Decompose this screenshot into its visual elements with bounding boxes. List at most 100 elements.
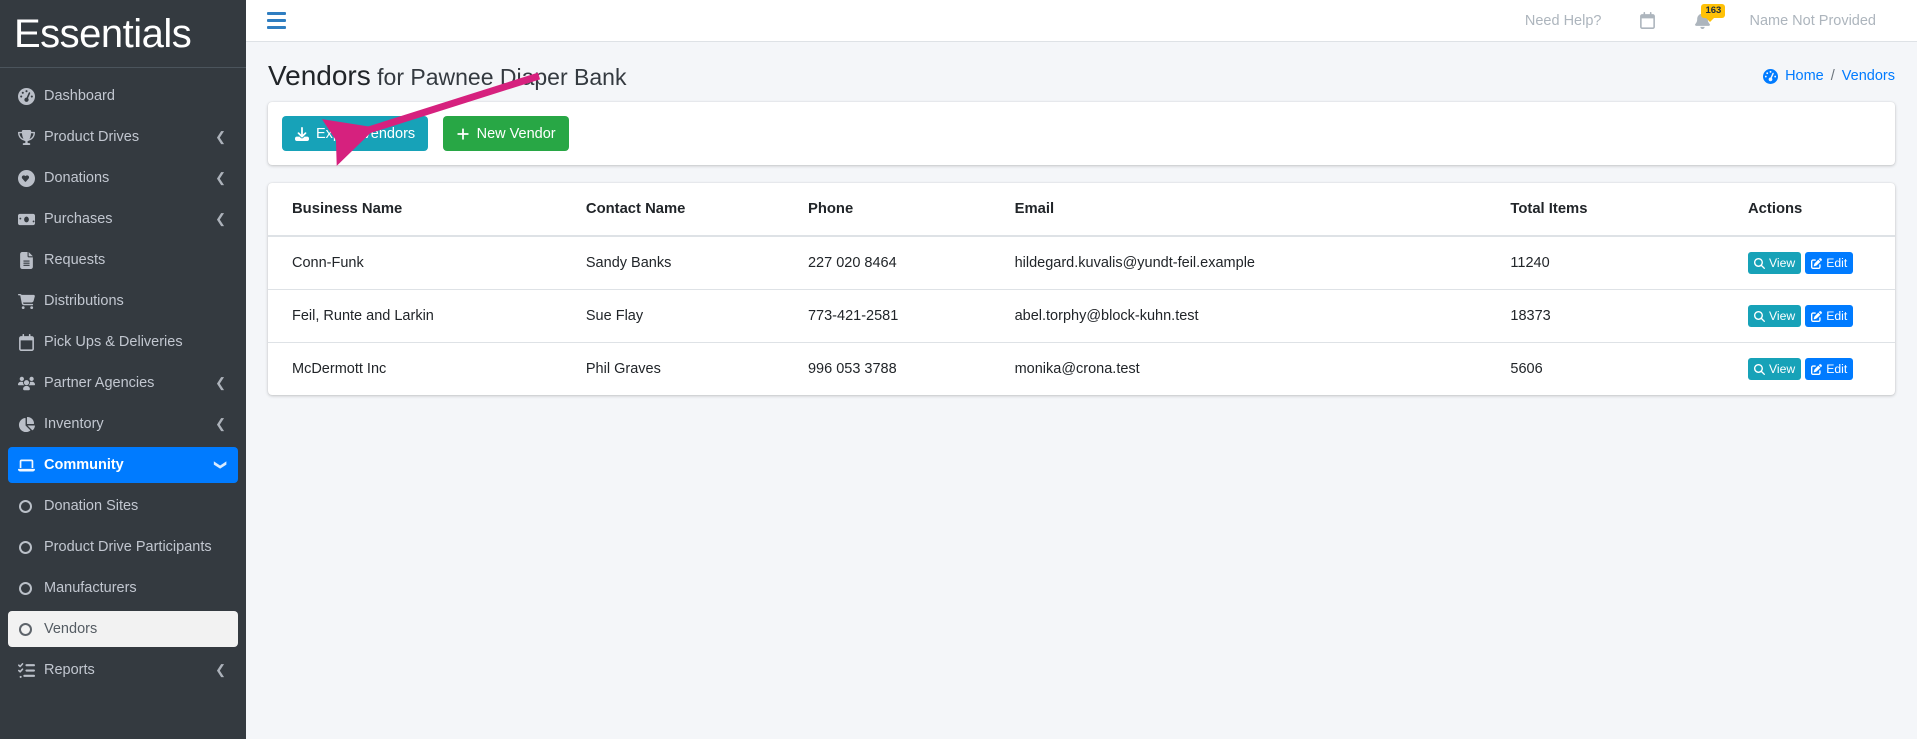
sidebar-item-manufacturers[interactable]: Manufacturers: [8, 570, 238, 606]
app-root: Essentials Dashboard Product Drives ❮ Donat…: [0, 0, 1917, 739]
view-button[interactable]: View: [1748, 252, 1802, 274]
sidebar-item-dashboard[interactable]: Dashboard: [8, 78, 238, 114]
sidebar-item-pick-ups-deliveries[interactable]: Pick Ups & Deliveries: [8, 324, 238, 360]
chevron-down-icon: ❯: [213, 459, 228, 471]
chevron-left-icon: ❮: [215, 170, 226, 185]
column-header-phone: Phone: [799, 183, 1007, 237]
view-button-label: View: [1769, 362, 1796, 376]
sidebar-item-purchases[interactable]: Purchases ❮: [8, 201, 238, 237]
edit-button-label: Edit: [1826, 256, 1848, 270]
new-vendor-label: New Vendor: [476, 125, 556, 142]
edit-button[interactable]: Edit: [1805, 252, 1854, 274]
search-icon: [1754, 310, 1765, 322]
sidebar-item-community[interactable]: Community ❯: [8, 447, 238, 483]
sidebar-item-label: Reports: [44, 662, 95, 678]
money-bill-icon: [18, 211, 44, 228]
sidebar-item-label: Product Drives: [44, 129, 140, 145]
circle-glyph: [19, 581, 32, 595]
sidebar-item-label: Pick Ups & Deliveries: [44, 334, 183, 350]
table-body: Conn-Funk Sandy Banks 227 020 8464 hildegar…: [268, 236, 1895, 395]
sidebar-item-label: Distributions: [44, 293, 124, 309]
view-button[interactable]: View: [1748, 358, 1802, 380]
export-vendors-button[interactable]: Export Vendors: [282, 116, 429, 151]
vendors-table: Business Name Contact Name Phone Email T…: [268, 183, 1895, 395]
sidebar-item-product-drives[interactable]: Product Drives ❮: [8, 119, 238, 155]
chevron-left-icon: ❮: [215, 211, 226, 226]
topbar-right: Need Help? 163 Name Not Provided: [1506, 4, 1895, 29]
edit-button-label: Edit: [1826, 362, 1848, 376]
view-button-label: View: [1769, 309, 1796, 323]
circle-glyph: [19, 540, 32, 554]
cell-actions: View Edit: [1740, 342, 1895, 395]
sidebar-item-requests[interactable]: Requests: [8, 242, 238, 278]
breadcrumb: Home / Vendors: [1763, 68, 1895, 84]
dashboard-icon: [1763, 68, 1779, 84]
sidebar-item-partner-agencies[interactable]: Partner Agencies ❮: [8, 365, 238, 401]
sidebar-nav: Dashboard Product Drives ❮ Donations ❮ Purcha…: [0, 68, 246, 688]
brand-logo[interactable]: Essentials: [0, 0, 246, 68]
cell-contact-name: Phil Graves: [577, 342, 800, 395]
sidebar-item-donations[interactable]: Donations ❮: [8, 160, 238, 196]
sidebar-item-label: Requests: [44, 252, 106, 268]
cell-email: abel.torphy@block-kuhn.test: [1006, 289, 1503, 343]
sidebar-item-label: Dashboard: [44, 88, 115, 104]
column-header-total-items: Total Items: [1502, 183, 1740, 237]
bell-icon[interactable]: 163: [1675, 4, 1730, 29]
user-name-label[interactable]: Name Not Provided: [1730, 13, 1895, 29]
breadcrumb-current[interactable]: Vendors: [1842, 68, 1895, 84]
table-header-row: Business Name Contact Name Phone Email T…: [268, 183, 1895, 237]
calendar-icon[interactable]: [1620, 12, 1675, 29]
breadcrumb-home[interactable]: Home: [1785, 68, 1824, 84]
sidebar-item-label: Inventory: [44, 416, 104, 432]
circle-glyph: [19, 622, 32, 636]
pen-square-icon: [1811, 363, 1823, 375]
sidebar-item-label: Purchases: [44, 211, 113, 227]
cell-total-items: 5606: [1502, 342, 1740, 395]
sidebar-item-distributions[interactable]: Distributions: [8, 283, 238, 319]
sidebar-item-label: Manufacturers: [44, 580, 137, 596]
table-row: McDermott Inc Phil Graves 996 053 3788 moni…: [268, 342, 1895, 395]
sidebar-item-label: Community: [44, 457, 124, 473]
dashboard-icon: [18, 87, 44, 105]
sidebar-item-product-drive-participants[interactable]: Product Drive Participants: [8, 529, 238, 565]
cell-business-name: Conn-Funk: [292, 255, 364, 271]
heart-circle-icon: [18, 169, 44, 187]
sidebar-item-label: Product Drive Participants: [44, 539, 212, 555]
cell-business-name: McDermott Inc: [268, 342, 578, 395]
sidebar-item-vendors[interactable]: Vendors: [8, 611, 238, 647]
sidebar-item-label: Partner Agencies: [44, 375, 155, 391]
column-header-business-name: Business Name: [268, 183, 578, 237]
cell-email: hildegard.kuvalis@yundt-feil.example: [1014, 255, 1255, 271]
sidebar-item-label: Donations: [44, 170, 110, 186]
cell-total-items: 11240: [1510, 255, 1550, 271]
page-title: Vendors for Pawnee Diaper Bank: [268, 60, 626, 92]
cell-contact-name: Sue Flay: [577, 289, 800, 343]
view-button[interactable]: View: [1748, 305, 1802, 327]
toolbar-card: Export Vendors New Vendor: [268, 102, 1895, 165]
need-help-link[interactable]: Need Help?: [1506, 13, 1621, 29]
breadcrumb-separator: /: [1830, 68, 1835, 84]
sidebar: Essentials Dashboard Product Drives ❮ Donat…: [0, 0, 246, 739]
circle-icon: [18, 622, 44, 636]
edit-button[interactable]: Edit: [1805, 305, 1854, 327]
trophy-icon: [18, 129, 44, 146]
vendors-table-card: Business Name Contact Name Phone Email T…: [268, 183, 1895, 395]
sidebar-item-inventory[interactable]: Inventory ❮: [8, 406, 238, 442]
cell-business-name: Feil, Runte and Larkin: [268, 289, 578, 343]
sidebar-item-reports[interactable]: Reports ❮: [8, 652, 238, 688]
new-vendor-button[interactable]: New Vendor: [442, 116, 569, 151]
export-vendors-label: Export Vendors: [316, 125, 416, 142]
cell-contact-name: Sandy Banks: [585, 255, 672, 271]
download-icon: [295, 126, 309, 141]
column-header-contact-name: Contact Name: [577, 183, 800, 237]
edit-button[interactable]: Edit: [1805, 358, 1854, 380]
pen-square-icon: [1811, 310, 1823, 322]
pen-square-icon: [1811, 257, 1823, 269]
sidebar-item-donation-sites[interactable]: Donation Sites: [8, 488, 238, 524]
calendar-icon: [18, 333, 44, 351]
hamburger-icon[interactable]: [264, 9, 289, 32]
table-row: Conn-Funk Sandy Banks 227 020 8464 hildegar…: [268, 236, 1895, 290]
chevron-left-icon: ❮: [215, 375, 226, 390]
view-button-label: View: [1769, 256, 1796, 270]
chevron-left-icon: ❮: [215, 416, 226, 431]
